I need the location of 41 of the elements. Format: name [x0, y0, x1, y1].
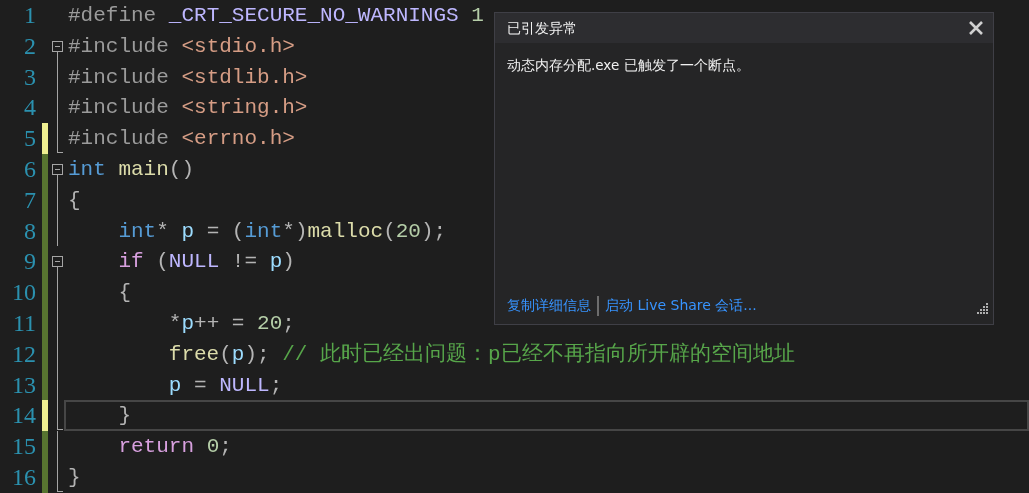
code-line: #include <errno.h>: [67, 126, 295, 152]
code-line: {: [67, 187, 81, 214]
code-line: #include <stdlib.h>: [67, 64, 308, 91]
line-number: 2: [23, 31, 37, 61]
code-line: #include <string.h>: [67, 95, 308, 122]
close-button[interactable]: [967, 19, 985, 37]
popup-link[interactable]: 复制详细信息: [507, 295, 591, 316]
collapse-toggle[interactable]: [52, 40, 63, 52]
code-line: }: [117, 403, 131, 430]
code-line: p = NULL;: [167, 372, 283, 399]
line-number: 5: [23, 124, 37, 154]
line-number: 12: [11, 339, 37, 369]
line-number: 1: [23, 1, 37, 30]
code-line: }: [67, 464, 81, 491]
code-line: if (NULL != p): [117, 249, 295, 276]
line-number: 9: [23, 247, 37, 277]
line-number: 4: [23, 93, 37, 123]
popup-title: 已引发异常: [507, 18, 577, 38]
collapse-toggle[interactable]: [52, 164, 63, 175]
code-line: int main(): [67, 157, 195, 183]
line-number: 13: [11, 370, 37, 400]
line-number: 7: [23, 185, 37, 215]
line-number: 6: [23, 155, 37, 184]
line-number: 14: [11, 401, 37, 431]
line-number: 10: [11, 278, 37, 308]
code-line: free(p); // 此时已经出问题：p已经不再指向所开辟的空间地址: [167, 341, 795, 368]
line-number: 16: [11, 462, 37, 492]
code-line: *p++ = 20;: [167, 310, 295, 337]
line-number: 8: [23, 216, 37, 246]
code-line: #define _CRT_SECURE_NO_WARNINGS 1: [67, 3, 484, 29]
line-number: 15: [11, 432, 37, 462]
resize-grip-icon[interactable]: [975, 302, 989, 316]
code-line: {: [117, 280, 131, 306]
exception-message: 动态内存分配.exe 已触发了一个断点。: [506, 56, 751, 75]
code-line: return 0;: [117, 434, 232, 460]
line-number: 11: [11, 308, 37, 338]
code-line: int* p = (int*)malloc(20);: [117, 218, 447, 245]
collapse-toggle[interactable]: [52, 256, 63, 268]
code-line: #include <stdio.h>: [67, 33, 295, 60]
popup-link[interactable]: 启动 Live Share 会话...: [605, 295, 757, 316]
line-number: 3: [23, 62, 37, 92]
